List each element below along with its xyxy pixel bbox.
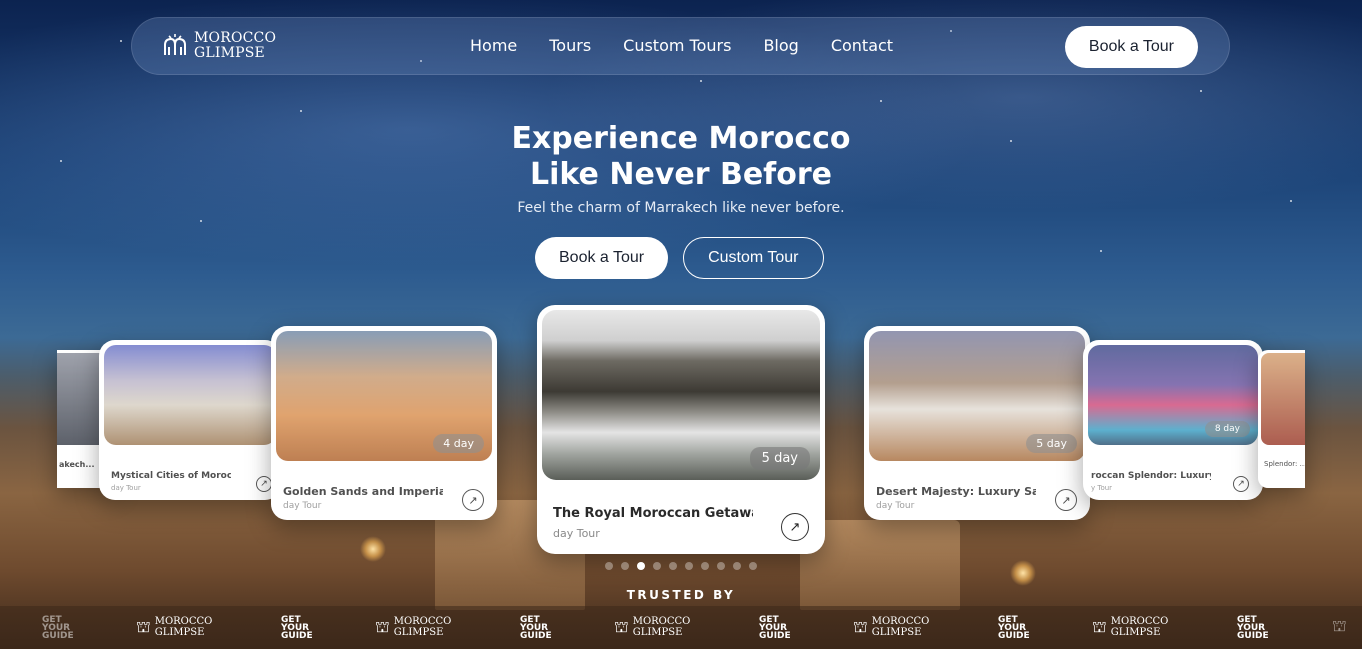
hero-title-line2: Like Never Before bbox=[530, 157, 832, 192]
getyourguide-logo: GET YOUR GUIDE bbox=[42, 615, 74, 641]
hero-title: Experience Morocco Like Never Before bbox=[0, 121, 1362, 193]
top-navbar: MOROCCO GLIMPSE Home Tours Custom Tours … bbox=[131, 17, 1230, 75]
tour-card[interactable]: 4 day Golden Sands and Imperial... day T… bbox=[271, 326, 497, 520]
nav-blog[interactable]: Blog bbox=[763, 36, 798, 55]
tour-image: 8 day bbox=[1088, 345, 1258, 445]
morocco-glimpse-logo: ⛫ bbox=[1332, 616, 1347, 637]
tour-image: 5 day bbox=[869, 331, 1085, 461]
hero-subtitle: Feel the charm of Marrakech like never b… bbox=[517, 200, 845, 216]
logo-icon: ⛫ bbox=[1332, 616, 1347, 635]
arrow-up-right-icon[interactable]: ↗ bbox=[781, 513, 809, 541]
main-menu: Home Tours Custom Tours Blog Contact bbox=[470, 36, 893, 55]
brand-line1: MOROCCO bbox=[194, 30, 277, 46]
logo-icon: ⛫ bbox=[375, 616, 390, 636]
lantern-glow bbox=[1010, 560, 1036, 586]
partner-logos-strip: GET YOUR GUIDE ⛫ MOROCCO GLIMPSE GET YOUR GUI… bbox=[0, 606, 1362, 649]
tour-title: akech... bbox=[59, 460, 95, 469]
nav-book-tour-button[interactable]: Book a Tour bbox=[1064, 26, 1198, 68]
getyourguide-logo: GET YOUR GUIDE bbox=[520, 615, 552, 641]
nav-home[interactable]: Home bbox=[470, 36, 517, 55]
tour-card[interactable]: Mystical Cities of Morocc... day Tour ↗ bbox=[99, 340, 281, 500]
arrow-up-right-icon[interactable]: ↗ bbox=[1233, 476, 1249, 492]
arrow-up-right-icon[interactable]: ↗ bbox=[256, 476, 272, 492]
tour-title: Golden Sands and Imperial... bbox=[283, 485, 443, 498]
tour-days-badge: 8 day bbox=[1204, 421, 1250, 437]
getyourguide-logo: GET YOUR GUIDE bbox=[998, 615, 1030, 641]
carousel-dot[interactable] bbox=[605, 562, 613, 570]
tour-title: Splendor: ... bbox=[1264, 460, 1305, 468]
tour-duration-label: day Tour bbox=[283, 501, 322, 511]
carousel-dot[interactable] bbox=[621, 562, 629, 570]
tour-image bbox=[1261, 353, 1305, 445]
tour-duration-label: day Tour bbox=[111, 484, 141, 492]
carousel-dot-active[interactable] bbox=[637, 562, 645, 570]
nav-contact[interactable]: Contact bbox=[831, 36, 893, 55]
hero-title-line1: Experience Morocco bbox=[511, 121, 851, 156]
carousel-dot[interactable] bbox=[701, 562, 709, 570]
nav-tours[interactable]: Tours bbox=[549, 36, 591, 55]
hero-actions: Book a Tour Custom Tour bbox=[535, 237, 824, 279]
tour-card[interactable]: 5 day Desert Majesty: Luxury Sa... day T… bbox=[864, 326, 1090, 520]
logo-icon bbox=[164, 34, 186, 55]
tour-duration-label: day Tour bbox=[553, 527, 600, 540]
lantern-glow bbox=[360, 536, 386, 562]
carousel-pagination bbox=[605, 562, 757, 570]
tour-card[interactable]: 8 day roccan Splendor: Luxury... y Tour … bbox=[1083, 340, 1263, 500]
morocco-glimpse-logo: ⛫ MOROCCO GLIMPSE bbox=[1092, 616, 1169, 638]
getyourguide-logo: GET YOUR GUIDE bbox=[759, 615, 791, 641]
morocco-glimpse-logo: ⛫ MOROCCO GLIMPSE bbox=[614, 616, 691, 638]
getyourguide-logo: GET YOUR GUIDE bbox=[281, 615, 313, 641]
brand-logo[interactable]: MOROCCO GLIMPSE bbox=[162, 31, 276, 61]
carousel-dot[interactable] bbox=[653, 562, 661, 570]
morocco-glimpse-logo: ⛫ MOROCCO GLIMPSE bbox=[136, 616, 213, 638]
carousel-dot[interactable] bbox=[685, 562, 693, 570]
morocco-glimpse-logo: ⛫ MOROCCO GLIMPSE bbox=[375, 616, 452, 638]
tour-duration-label: y Tour bbox=[1091, 484, 1113, 492]
tour-card-active[interactable]: 5 day The Royal Moroccan Getawa... day T… bbox=[537, 305, 825, 554]
trusted-by-label: TRUSTED BY bbox=[626, 588, 736, 602]
brand-line2: GLIMPSE bbox=[194, 45, 265, 61]
tour-title: The Royal Moroccan Getawa... bbox=[553, 506, 753, 521]
tour-image: 5 day bbox=[542, 310, 820, 480]
logo-icon: ⛫ bbox=[136, 616, 151, 636]
nav-custom-tours[interactable]: Custom Tours bbox=[623, 36, 731, 55]
arrow-up-right-icon[interactable]: ↗ bbox=[1055, 489, 1077, 511]
tour-title: Desert Majesty: Luxury Sa... bbox=[876, 485, 1036, 498]
carousel-dot[interactable] bbox=[717, 562, 725, 570]
hero-book-tour-button[interactable]: Book a Tour bbox=[535, 237, 669, 279]
carousel-dot[interactable] bbox=[669, 562, 677, 570]
tour-duration-label: day Tour bbox=[876, 501, 915, 511]
arrow-up-right-icon[interactable]: ↗ bbox=[462, 489, 484, 511]
logo-icon: ⛫ bbox=[1092, 616, 1107, 636]
tour-days-badge: 5 day bbox=[749, 447, 810, 470]
logo-icon: ⛫ bbox=[853, 616, 868, 636]
hero-custom-tour-button[interactable]: Custom Tour bbox=[683, 237, 824, 279]
tour-days-badge: 4 day bbox=[433, 434, 484, 453]
carousel-dot[interactable] bbox=[749, 562, 757, 570]
tour-image: 4 day bbox=[276, 331, 492, 461]
carousel-dot[interactable] bbox=[733, 562, 741, 570]
tour-image bbox=[104, 345, 276, 445]
tour-days-badge: 5 day bbox=[1026, 434, 1077, 453]
tour-title: roccan Splendor: Luxury... bbox=[1091, 471, 1211, 481]
getyourguide-logo: GET YOUR GUIDE bbox=[1237, 615, 1269, 641]
tour-title: Mystical Cities of Morocc... bbox=[111, 471, 231, 481]
logo-icon: ⛫ bbox=[614, 616, 629, 636]
morocco-glimpse-logo: ⛫ MOROCCO GLIMPSE bbox=[853, 616, 930, 638]
tour-card-far-right[interactable]: Splendor: ... bbox=[1258, 350, 1305, 488]
